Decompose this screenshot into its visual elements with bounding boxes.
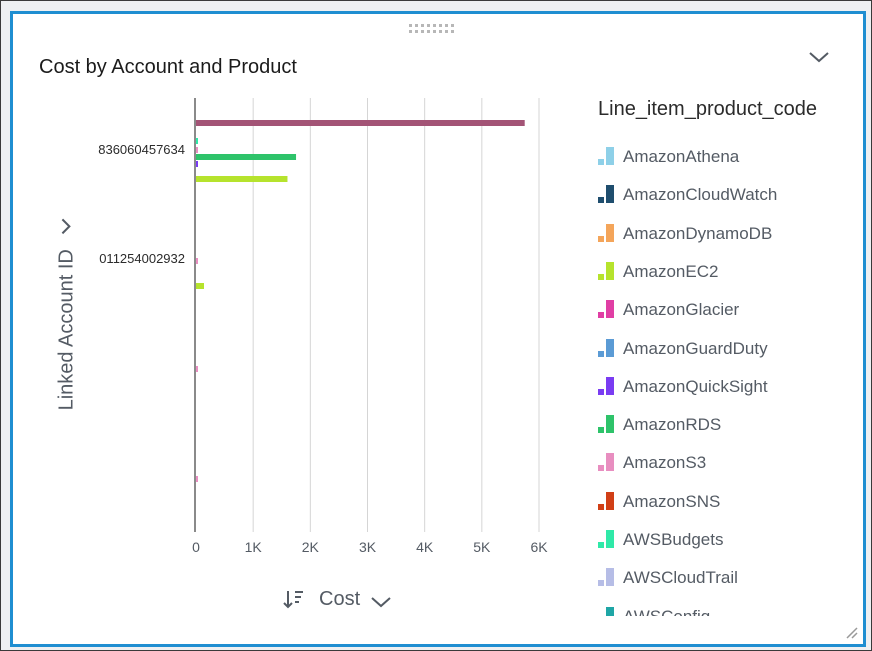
bar-amazons3[interactable] [196, 366, 198, 372]
bar-amazonec2[interactable] [196, 283, 205, 289]
legend-swatch-icon [598, 338, 618, 359]
y-tick-label: 836060457634 [98, 142, 185, 157]
bar-amazonquicksight[interactable] [196, 161, 198, 167]
legend-item[interactable]: AmazonGuardDuty [598, 334, 768, 364]
legend-label: AmazonCloudWatch [623, 185, 778, 205]
bar-amazonrds[interactable] [196, 154, 297, 160]
legend-label: AmazonGlacier [623, 300, 740, 320]
legend-label: AmazonEC2 [623, 261, 719, 281]
visual-card[interactable]: Cost by Account and Product 836060457634… [10, 11, 866, 647]
bar-amazons3[interactable] [196, 258, 198, 264]
y-tick-label: 011254002932 [99, 251, 185, 266]
legend-swatch-icon [598, 606, 618, 616]
legend-label: AmazonGuardDuty [623, 338, 768, 358]
resize-handle-icon[interactable] [843, 624, 859, 640]
sort-descending-icon[interactable] [283, 588, 305, 610]
y-axis-chevron-icon[interactable] [56, 218, 79, 236]
legend-swatch-icon [598, 530, 618, 550]
legend-swatch-icon [598, 568, 618, 588]
legend-item[interactable]: AmazonRDS [598, 410, 721, 440]
bar-chart: 836060457634 011254002932 0 1K 2K 3K 4K 5K 6K [98, 98, 548, 555]
bar-amazons3[interactable] [196, 147, 198, 153]
legend-label: AmazonRDS [623, 415, 722, 435]
legend-item[interactable]: AmazonGlacier [598, 295, 739, 325]
legend-swatch-icon [598, 300, 618, 320]
x-tick-label: 2K [302, 539, 320, 555]
legend-item[interactable]: AmazonQuickSight [598, 372, 768, 402]
x-tick-label: 5K [473, 539, 491, 555]
legend-label: AmazonDynamoDB [623, 223, 773, 243]
x-tick-label: 4K [416, 539, 434, 555]
legend-item[interactable]: AWSBudgets [598, 525, 723, 555]
x-tick-label: 6K [530, 539, 548, 555]
y-axis-title: Linked Account ID [55, 249, 78, 411]
x-tick-label: 3K [359, 539, 377, 555]
bar-amazons3[interactable] [196, 476, 198, 482]
bar-amazonglacier[interactable] [196, 120, 525, 126]
legend-label: AmazonS3 [623, 453, 707, 473]
legend-title: Line_item_product_code [598, 98, 818, 120]
bar-awsbudgets[interactable] [196, 138, 198, 144]
legend-label: AmazonSNS [623, 491, 721, 511]
legend-label: AmazonAthena [623, 147, 740, 166]
x-axis-field-control[interactable]: Cost [283, 584, 392, 614]
x-axis-title: Cost [319, 587, 361, 610]
legend-label: AmazonQuickSight [623, 376, 768, 396]
legend-swatch-icon [598, 491, 618, 512]
visual-menu-chevron-icon[interactable] [807, 48, 831, 66]
legend-item[interactable]: AmazonSNS [598, 487, 720, 517]
legend-swatch-icon [598, 147, 618, 167]
legend-item[interactable]: AmazonAthena [598, 142, 739, 172]
legend-swatch-icon [598, 453, 618, 473]
legend: AmazonAthena AmazonCloudWatch AmazonDynamo… [598, 142, 853, 616]
legend-item[interactable]: AmazonCloudWatch [598, 180, 777, 210]
legend-swatch-icon [598, 261, 618, 282]
legend-label: AWSConfig [623, 607, 710, 616]
legend-swatch-icon [598, 376, 618, 397]
x-tick-label: 0 [192, 539, 200, 555]
legend-swatch-icon [598, 415, 618, 435]
legend-swatch-icon [598, 223, 618, 244]
x-tick-label: 1K [245, 539, 263, 555]
legend-swatch-icon [598, 185, 618, 205]
legend-item[interactable]: AWSCloudTrail [598, 563, 738, 593]
legend-label: AWSBudgets [623, 530, 724, 549]
y-axis-title-control[interactable]: Linked Account ID [55, 174, 79, 454]
visual-frame: Cost by Account and Product 836060457634… [0, 0, 872, 651]
bar-amazonec2[interactable] [196, 176, 288, 182]
legend-item[interactable]: AmazonEC2 [598, 257, 718, 287]
legend-item[interactable]: AmazonDynamoDB [598, 219, 772, 249]
legend-item[interactable]: AmazonS3 [598, 448, 706, 478]
legend-label: AWSCloudTrail [623, 568, 738, 588]
x-axis-chevron-icon[interactable] [370, 592, 392, 608]
legend-item[interactable]: AWSConfig [598, 602, 710, 616]
